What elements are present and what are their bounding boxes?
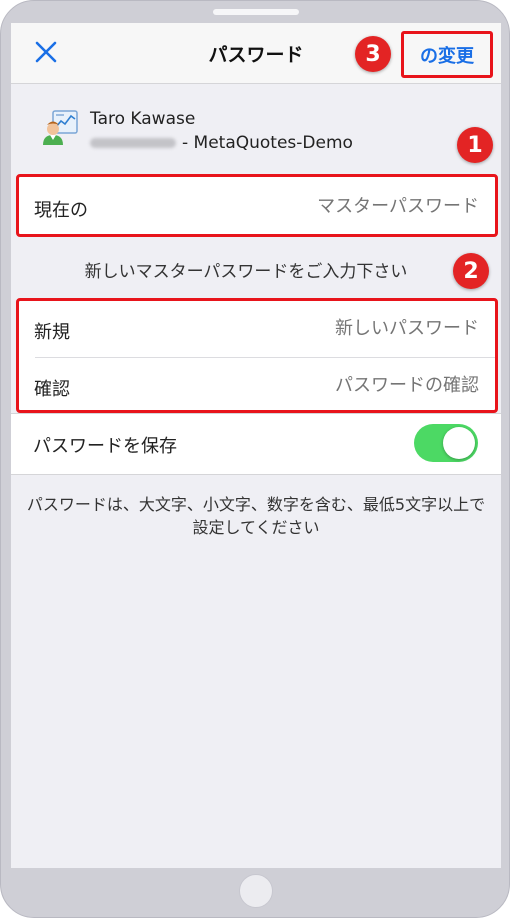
row-divider — [35, 357, 495, 358]
new-password-input[interactable] — [217, 317, 481, 340]
confirm-password-label: 確認 — [34, 379, 70, 400]
annotation-badge-3: 3 — [355, 36, 391, 72]
device-speaker — [213, 9, 299, 15]
home-button[interactable] — [239, 874, 273, 908]
toggle-knob — [443, 427, 475, 459]
new-password-label: 新規 — [34, 322, 70, 343]
account-name: Taro Kawase — [90, 109, 196, 129]
save-password-label: パスワードを保存 — [33, 436, 177, 457]
change-password-button[interactable]: の変更 — [401, 31, 493, 78]
device-frame: パスワード の変更 3 Taro Kawase - MetaQuotes-Dem… — [0, 0, 510, 918]
account-avatar-icon — [43, 110, 78, 145]
confirm-password-input[interactable] — [217, 374, 481, 397]
save-password-toggle[interactable] — [414, 424, 478, 462]
current-password-label: 現在の — [34, 200, 88, 221]
password-requirements-note: パスワードは、大文字、小文字、数字を含む、最低5文字以上で設定してください — [26, 495, 486, 537]
current-password-input[interactable] — [217, 195, 481, 218]
app-screen: パスワード の変更 3 Taro Kawase - MetaQuotes-Dem… — [11, 23, 501, 868]
new-password-prompt: 新しいマスターパスワードをご入力下さい — [84, 262, 408, 282]
annotation-badge-1: 1 — [457, 127, 493, 163]
annotation-badge-2: 2 — [453, 253, 489, 289]
save-password-row: パスワードを保存 — [11, 413, 501, 475]
new-password-group: 新規 確認 — [16, 298, 498, 413]
current-password-row: 現在の — [16, 174, 498, 237]
account-number-redacted — [90, 138, 176, 148]
account-server: - MetaQuotes-Demo — [90, 133, 353, 153]
server-name: - MetaQuotes-Demo — [182, 133, 353, 153]
navigation-bar: パスワード の変更 — [11, 23, 501, 84]
